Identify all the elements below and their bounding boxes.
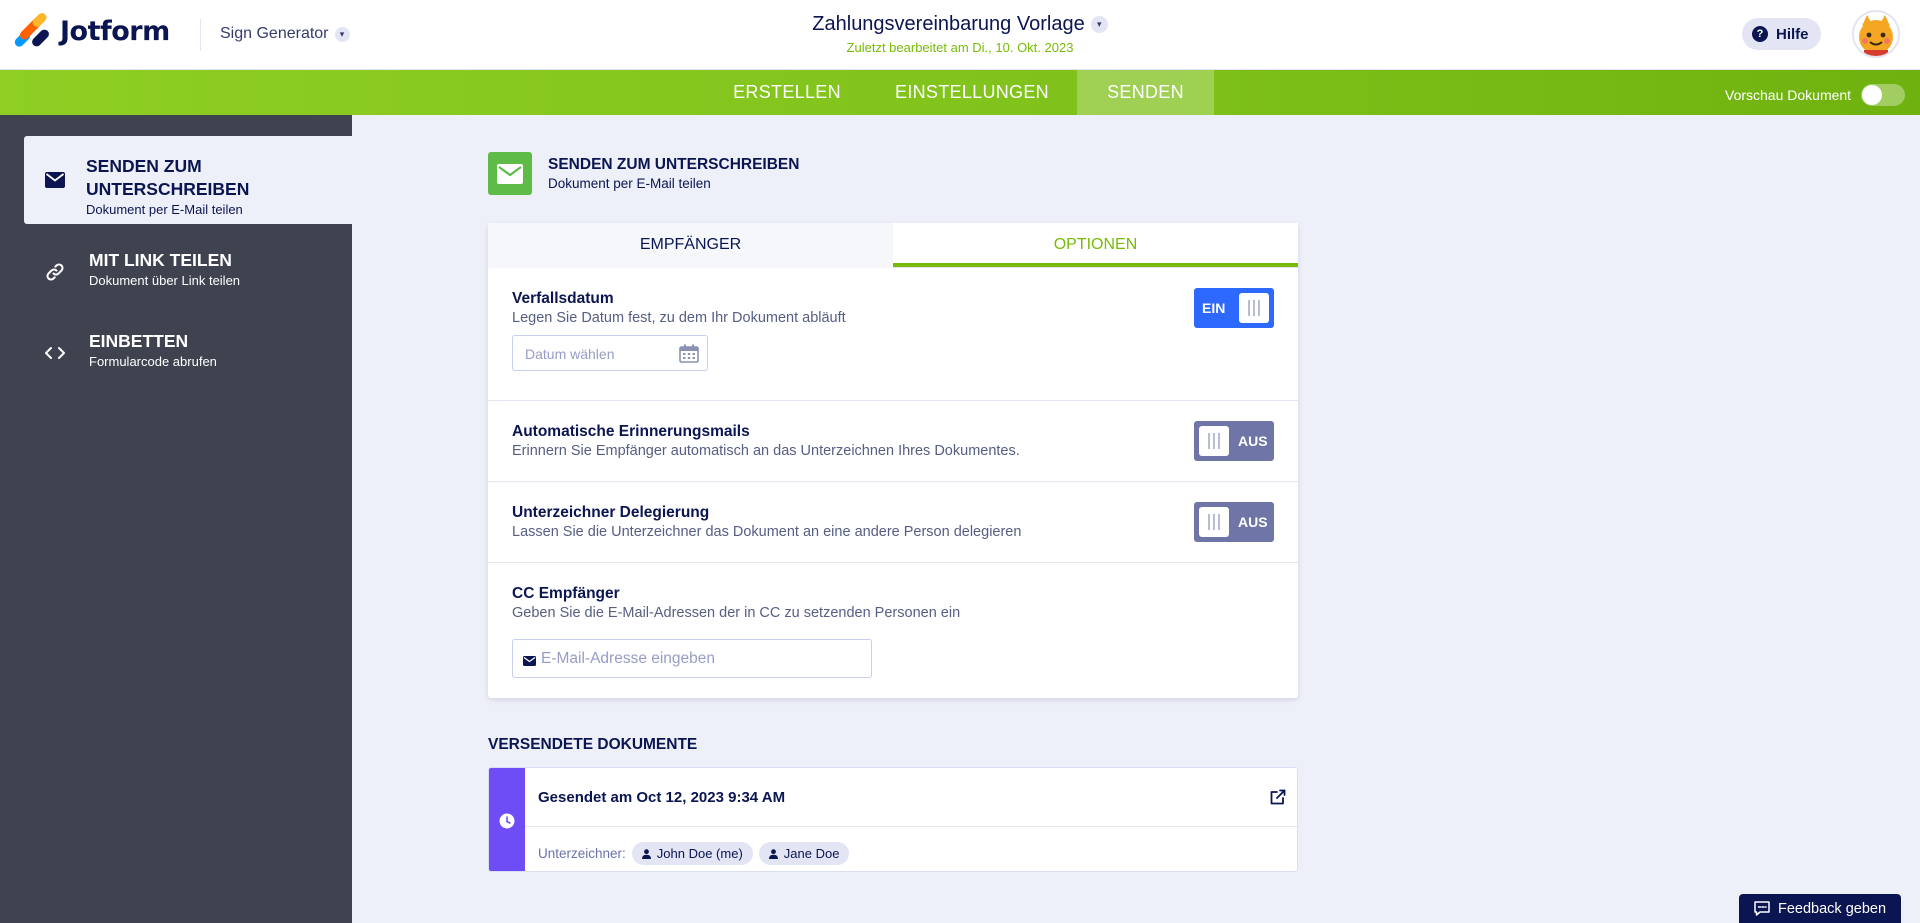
signer-chip: John Doe (me) (631, 842, 753, 865)
chevron-down-icon: ▾ (1090, 16, 1108, 33)
signer-name: John Doe (me) (656, 846, 743, 861)
card-tabs: EMPFÄNGER OPTIONEN (488, 223, 1298, 268)
signer-name: Jane Doe (783, 846, 840, 861)
option-expiry-date: Verfallsdatum Legen Sie Datum fest, zu d… (488, 268, 1298, 401)
send-options-card: EMPFÄNGER OPTIONEN Verfallsdatum Legen S… (488, 223, 1298, 698)
sidebar-item-description: Dokument per E-Mail teilen (86, 202, 243, 217)
avatar[interactable] (1852, 10, 1900, 58)
date-placeholder: Datum wählen (525, 346, 615, 362)
user-icon (768, 848, 778, 859)
signer-chip: Jane Doe (758, 842, 850, 865)
builder-nav: ERSTELLEN EINSTELLUNGEN SENDEN Vorschau … (0, 70, 1920, 115)
option-reminder-emails: Automatische Erinnerungsmails Erinnern S… (488, 401, 1298, 482)
option-description: Erinnern Sie Empfänger automatisch an da… (512, 443, 1020, 459)
sidebar-item-title: MIT LINK TEILEN (89, 250, 232, 270)
sidebar-item-share-link[interactable]: MIT LINK TEILEN Dokument über Link teile… (24, 246, 352, 306)
preview-label: Vorschau Dokument (1725, 87, 1852, 103)
delegation-toggle[interactable]: AUS (1194, 502, 1274, 542)
toggle-grip (1239, 293, 1269, 323)
sidebar-item-description: Formularcode abrufen (89, 354, 217, 369)
signers-label: Unterzeichner: (538, 846, 626, 861)
toggle-grip (1199, 426, 1229, 456)
option-title: Verfallsdatum (512, 290, 614, 307)
toggle-grip (1199, 507, 1229, 537)
last-edited-text: Zuletzt bearbeitet am Di., 10. Okt. 2023 (846, 40, 1074, 55)
envelope-icon (523, 653, 536, 671)
sent-date: Gesendet am Oct 12, 2023 9:34 AM (538, 789, 786, 806)
sent-item-header: Gesendet am Oct 12, 2023 9:34 AM (525, 768, 1297, 827)
sent-document-item: Gesendet am Oct 12, 2023 9:34 AM Unterze… (488, 767, 1298, 872)
envelope-icon (44, 169, 66, 191)
help-label: Hilfe (1776, 25, 1809, 43)
toggle-label: EIN (1202, 300, 1226, 316)
tab-senden[interactable]: SENDEN (1077, 70, 1214, 115)
document-title-text: Zahlungsvereinbarung Vorlage (812, 13, 1085, 35)
toggle-label: AUS (1238, 514, 1268, 530)
option-title: Unterzeichner Delegierung (512, 504, 710, 521)
sidebar-item-title: EINBETTEN (89, 331, 189, 351)
sent-documents-heading: VERSENDETE DOKUMENTE (488, 736, 698, 753)
cc-description: Geben Sie die E-Mail-Adressen der in CC … (512, 605, 961, 621)
preview-switch[interactable] (1861, 84, 1906, 106)
sidebar-item-title: SENDEN ZUM UNTERSCHREIBEN (86, 156, 250, 199)
preview-document-toggle[interactable]: Vorschau Dokument (1725, 84, 1906, 106)
code-icon (44, 342, 66, 364)
question-icon: ? (1752, 26, 1768, 42)
sidebar-item-description: Dokument über Link teilen (89, 273, 241, 288)
document-title[interactable]: Zahlungsvereinbarung Vorlage ▾ (0, 13, 1920, 36)
reminders-toggle[interactable]: AUS (1194, 421, 1274, 461)
top-header: Jotform Sign Generator ▾ Zahlungsvereinb… (0, 0, 1920, 70)
signers-row: Unterzeichner: John Doe (me) Jane Doe (538, 842, 850, 865)
feedback-icon (1754, 901, 1770, 916)
clock-icon (489, 768, 525, 871)
option-description: Lassen Sie die Unterzeichner das Dokumen… (512, 524, 1022, 540)
user-icon (641, 848, 651, 859)
link-icon (44, 261, 66, 283)
external-link-icon[interactable] (1269, 788, 1287, 806)
calendar-icon[interactable] (679, 344, 699, 363)
tab-einstellungen[interactable]: EINSTELLUNGEN (882, 70, 1062, 115)
expiry-toggle[interactable]: EIN (1194, 288, 1274, 328)
cc-title: CC Empfänger (512, 585, 620, 602)
envelope-icon (488, 152, 532, 195)
send-sidebar: SENDEN ZUM UNTERSCHREIBEN Dokument per E… (0, 115, 352, 923)
section-title: SENDEN ZUM UNTERSCHREIBEN (548, 156, 800, 173)
toggle-label: AUS (1238, 433, 1268, 449)
sidebar-item-send-to-sign[interactable]: SENDEN ZUM UNTERSCHREIBEN Dokument per E… (24, 136, 352, 224)
cc-email-input[interactable] (541, 640, 861, 677)
tab-erstellen[interactable]: ERSTELLEN (718, 70, 856, 115)
feedback-button[interactable]: Feedback geben (1739, 894, 1901, 923)
tab-options[interactable]: OPTIONEN (893, 223, 1298, 267)
cc-email-field[interactable] (512, 639, 872, 678)
sidebar-item-embed[interactable]: EINBETTEN Formularcode abrufen (24, 327, 352, 387)
feedback-label: Feedback geben (1777, 900, 1887, 917)
option-title: Automatische Erinnerungsmails (512, 423, 750, 440)
option-description: Legen Sie Datum fest, zu dem Ihr Dokumen… (512, 310, 846, 326)
expiry-date-picker[interactable]: Datum wählen (512, 335, 708, 371)
help-button[interactable]: ? Hilfe (1742, 18, 1821, 50)
tab-recipients[interactable]: EMPFÄNGER (488, 223, 893, 268)
option-signer-delegation: Unterzeichner Delegierung Lassen Sie die… (488, 482, 1298, 563)
section-description: Dokument per E-Mail teilen (548, 176, 711, 191)
